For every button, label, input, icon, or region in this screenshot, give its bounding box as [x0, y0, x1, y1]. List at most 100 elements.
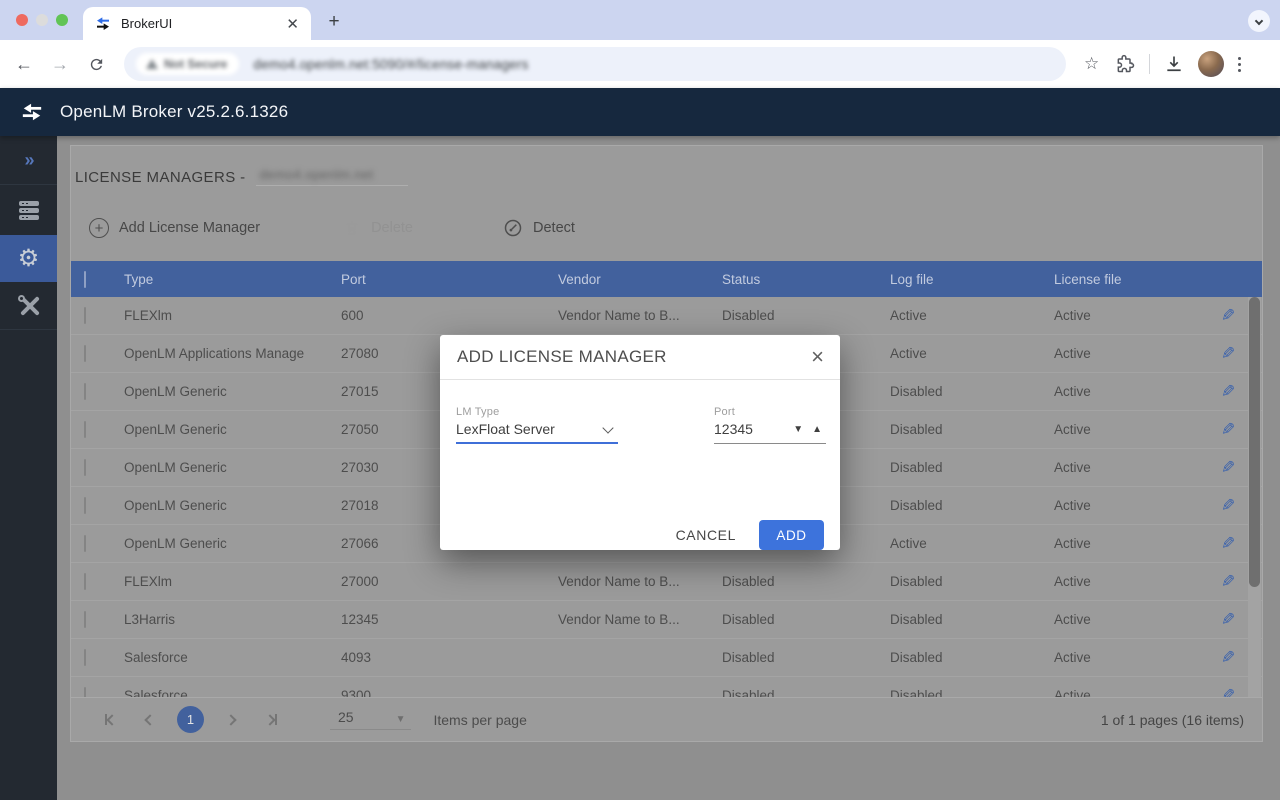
browser-menu-icon[interactable] — [1238, 57, 1247, 72]
cell-type: OpenLM Generic — [124, 498, 341, 513]
edit-pencil-icon[interactable]: ✎ — [1221, 344, 1235, 364]
extensions-icon[interactable] — [1115, 54, 1135, 74]
dialog-header: ADD LICENSE MANAGER × — [440, 335, 840, 380]
browser-tabstrip: BrokerUI ✕ + — [0, 0, 1280, 40]
table-row[interactable]: FLEXlm 27000 Vendor Name to B... Disable… — [71, 563, 1262, 601]
edit-pencil-icon[interactable]: ✎ — [1221, 648, 1235, 668]
window-zoom-button[interactable] — [56, 14, 68, 26]
port-input[interactable]: Port 12345 ▼ ▲ — [714, 406, 826, 444]
row-checkbox[interactable] — [84, 535, 86, 552]
sidebar-item-tools[interactable] — [0, 282, 57, 330]
last-page-button[interactable] — [258, 707, 284, 733]
cell-license-file: Active — [1054, 650, 1221, 665]
add-license-manager-label: Add License Manager — [119, 220, 260, 236]
delete-button[interactable]: Delete — [343, 218, 413, 238]
edit-pencil-icon[interactable]: ✎ — [1221, 306, 1235, 326]
cell-log-file: Active — [890, 346, 1054, 361]
toolbar-separator — [1149, 54, 1150, 74]
cell-type: OpenLM Generic — [124, 536, 341, 551]
cell-log-file: Disabled — [890, 612, 1054, 627]
profile-avatar[interactable] — [1198, 51, 1224, 77]
page-title: LICENSE MANAGERS - demo4.openlm.net — [75, 166, 408, 186]
port-label: Port — [714, 406, 826, 418]
cell-type: OpenLM Generic — [124, 460, 341, 475]
not-secure-label: Not Secure — [164, 57, 227, 71]
table-row[interactable]: Salesforce 4093 Disabled Disabled Active… — [71, 639, 1262, 677]
cancel-button[interactable]: CANCEL — [676, 527, 736, 543]
first-page-button[interactable] — [97, 707, 123, 733]
column-header-vendor[interactable]: Vendor — [558, 272, 722, 287]
window-close-button[interactable] — [16, 14, 28, 26]
column-header-log-file[interactable]: Log file — [890, 272, 1054, 287]
cell-license-file: Active — [1054, 536, 1221, 551]
edit-pencil-icon[interactable]: ✎ — [1221, 382, 1235, 402]
tools-icon — [18, 295, 40, 317]
column-header-port[interactable]: Port — [341, 272, 558, 287]
sidebar-item-expand[interactable]: » — [0, 136, 57, 185]
bookmark-star-icon[interactable]: ☆ — [1084, 54, 1099, 74]
row-checkbox[interactable] — [84, 459, 86, 476]
row-checkbox[interactable] — [84, 649, 86, 666]
table-scrollbar[interactable] — [1248, 297, 1261, 699]
column-header-type[interactable]: Type — [124, 272, 341, 287]
edit-pencil-icon[interactable]: ✎ — [1221, 496, 1235, 516]
dialog-body: LM Type LexFloat Server Port 12345 ▼ ▲ C… — [440, 380, 840, 550]
table-row[interactable]: L3Harris 12345 Vendor Name to B... Disab… — [71, 601, 1262, 639]
tab-search-button[interactable] — [1248, 10, 1270, 32]
dialog-close-icon[interactable]: × — [811, 346, 824, 368]
forward-button[interactable]: → — [46, 50, 74, 78]
edit-pencil-icon[interactable]: ✎ — [1221, 534, 1235, 554]
scrollbar-thumb[interactable] — [1249, 297, 1260, 587]
cell-license-file: Active — [1054, 308, 1221, 323]
page-title-text: LICENSE MANAGERS - — [75, 169, 246, 186]
previous-page-button[interactable] — [137, 707, 163, 733]
sidebar-item-settings[interactable]: ⚙ — [0, 235, 57, 282]
edit-pencil-icon[interactable]: ✎ — [1221, 458, 1235, 478]
row-checkbox[interactable] — [84, 383, 86, 400]
lm-type-label: LM Type — [456, 406, 618, 418]
cell-log-file: Active — [890, 308, 1054, 323]
address-bar[interactable]: Not Secure demo4.openlm.net:5090/#/licen… — [124, 47, 1066, 81]
select-all-checkbox[interactable] — [84, 271, 86, 288]
row-checkbox[interactable] — [84, 345, 86, 362]
row-checkbox[interactable] — [84, 611, 86, 628]
edit-pencil-icon[interactable]: ✎ — [1221, 610, 1235, 630]
next-page-button[interactable] — [218, 707, 244, 733]
table-row[interactable]: FLEXlm 600 Vendor Name to B... Disabled … — [71, 297, 1262, 335]
current-page-button[interactable]: 1 — [177, 706, 204, 733]
not-secure-badge[interactable]: Not Secure — [136, 53, 239, 75]
row-checkbox[interactable] — [84, 497, 86, 514]
browser-tab[interactable]: BrokerUI ✕ — [83, 7, 311, 40]
lm-type-select[interactable]: LM Type LexFloat Server — [456, 406, 618, 444]
browser-toolbar: ← → Not Secure demo4.openlm.net:5090/#/l… — [0, 40, 1280, 88]
page-size-value: 25 — [338, 709, 354, 725]
detect-gauge-icon — [503, 218, 523, 238]
sidebar-item-license-managers[interactable] — [0, 185, 57, 235]
add-license-manager-dialog: ADD LICENSE MANAGER × LM Type LexFloat S… — [440, 335, 840, 550]
row-checkbox[interactable] — [84, 421, 86, 438]
cell-vendor: Vendor Name to B... — [558, 612, 722, 627]
spinner-down-icon[interactable]: ▼ — [793, 424, 803, 435]
detect-button[interactable]: Detect — [503, 218, 575, 238]
reload-button[interactable] — [82, 50, 110, 78]
row-checkbox[interactable] — [84, 307, 86, 324]
edit-pencil-icon[interactable]: ✎ — [1221, 572, 1235, 592]
tab-close-icon[interactable]: ✕ — [286, 15, 299, 33]
edit-pencil-icon[interactable]: ✎ — [1221, 420, 1235, 440]
column-header-status[interactable]: Status — [722, 272, 890, 287]
add-license-manager-button[interactable]: + Add License Manager — [89, 218, 260, 238]
table-row[interactable]: Salesforce 9300 Disabled Disabled Active… — [71, 677, 1262, 699]
downloads-icon[interactable] — [1164, 54, 1184, 74]
lm-type-value: LexFloat Server — [456, 421, 555, 437]
spinner-up-icon[interactable]: ▲ — [812, 424, 822, 435]
new-tab-button[interactable]: + — [320, 8, 348, 36]
column-header-license-file[interactable]: License file — [1054, 272, 1221, 287]
url-text: demo4.openlm.net:5090/#/license-managers — [253, 57, 528, 72]
page-size-select[interactable]: 25 ▼ — [330, 709, 411, 730]
cell-log-file: Active — [890, 536, 1054, 551]
add-button[interactable]: ADD — [759, 520, 824, 550]
back-button[interactable]: ← — [10, 50, 38, 78]
row-checkbox[interactable] — [84, 573, 86, 590]
window-minimize-button[interactable] — [36, 14, 48, 26]
cell-log-file: Disabled — [890, 460, 1054, 475]
